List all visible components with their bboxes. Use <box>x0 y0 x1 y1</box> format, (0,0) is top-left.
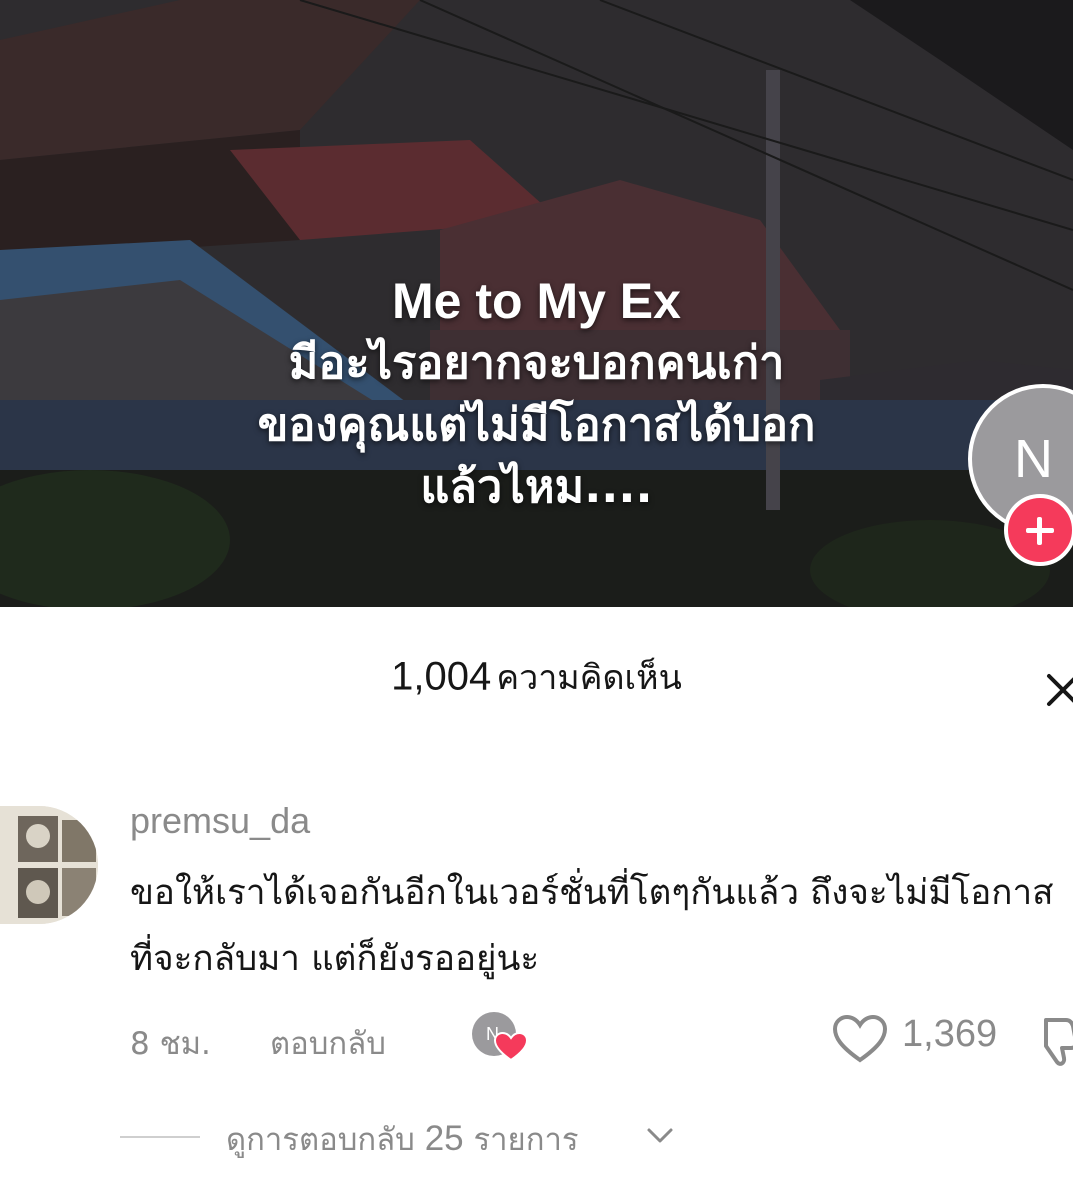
like-count: 1,369 <box>902 1013 998 1055</box>
creator-liked-badge: N <box>472 1012 528 1064</box>
comment-count-label: ความคิดเห็น <box>496 658 682 698</box>
heart-icon <box>494 1032 528 1062</box>
replies-count: 25 <box>424 1119 464 1158</box>
avatar[interactable] <box>0 806 98 924</box>
close-icon[interactable] <box>1043 670 1073 710</box>
view-replies-label: ดูการตอบกลับ 25 รายการ <box>226 1114 579 1164</box>
video-caption-title: Me to My Ex <box>392 273 681 329</box>
avatar-photo <box>0 806 98 924</box>
comment-actions: 8 ชม. ตอบกลับ N 1,369 <box>0 1010 1073 1066</box>
replies-unit: รายการ <box>473 1122 579 1158</box>
comment-username[interactable]: premsu_da <box>130 800 310 842</box>
view-replies-text: ดูการตอบกลับ <box>226 1122 415 1158</box>
reply-button[interactable]: ตอบกลับ <box>270 1018 386 1068</box>
replies-divider <box>120 1136 200 1138</box>
comment-text: ขอให้เราได้เจอกันอีกในเวอร์ชั่นที่โตๆกัน… <box>130 873 1054 979</box>
video-caption-line: ของคุณแต่ไม่มีโอกาสได้บอก <box>257 398 816 451</box>
follow-button[interactable] <box>1004 494 1073 566</box>
chevron-down-icon <box>647 1128 673 1143</box>
comment-timestamp: 8 ชม. <box>130 1026 211 1062</box>
video-caption-line: แล้วไหม.... <box>420 460 653 513</box>
video-caption-overlay: Me to My Ex มีอะไรอยากจะบอกคนเก่า ของคุณ… <box>0 270 1073 518</box>
view-replies-button[interactable]: ดูการตอบกลับ 25 รายการ <box>0 1112 1073 1172</box>
video-caption-line: มีอะไรอยากจะบอกคนเก่า <box>288 336 785 389</box>
comments-header: 1,004 ความคิดเห็น <box>0 650 1073 720</box>
dislike-icon[interactable] <box>1040 1016 1073 1068</box>
heart-icon[interactable] <box>832 1014 888 1064</box>
comment-count: 1,004 <box>391 654 492 699</box>
video-player[interactable]: Me to My Ex มีอะไรอยากจะบอกคนเก่า ของคุณ… <box>0 0 1073 607</box>
